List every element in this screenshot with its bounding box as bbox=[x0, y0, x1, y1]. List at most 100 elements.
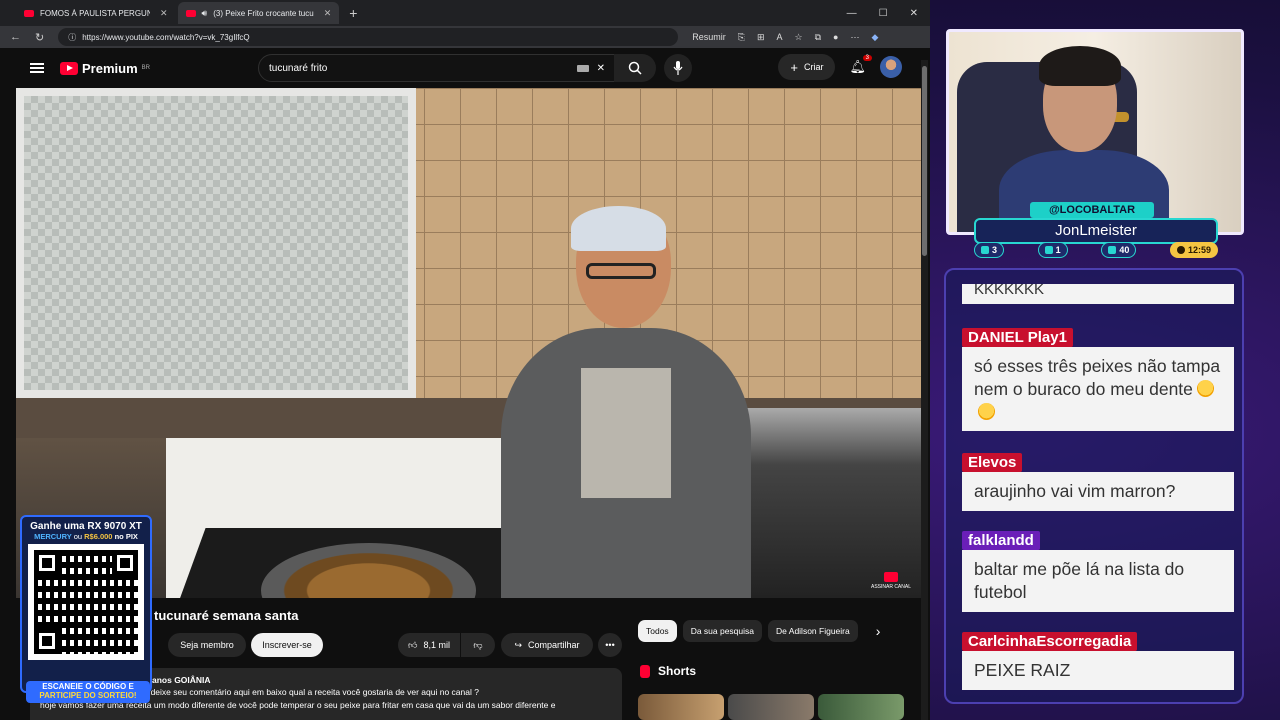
tab-paulista[interactable]: FOMOS À PAULISTA PERGUNTAR ✕ bbox=[16, 2, 176, 24]
short-thumbnail[interactable] bbox=[728, 694, 814, 720]
chip-from-channel[interactable]: De Adilson Figueira bbox=[768, 620, 858, 642]
emoji-icon bbox=[978, 402, 995, 420]
like-button[interactable]: 👍︎ 8,1 mil bbox=[398, 633, 460, 657]
emoji-icon bbox=[1196, 379, 1214, 397]
youtube-icon bbox=[24, 9, 34, 17]
chat-message: KKKKKKK bbox=[962, 284, 1234, 304]
youtube-play-icon bbox=[60, 61, 78, 75]
reload-icon[interactable]: ↻ bbox=[35, 31, 44, 44]
subscribe-watermark[interactable]: ASSINAR CANAL bbox=[871, 572, 911, 590]
share-label: Compartilhar bbox=[528, 640, 580, 650]
chip-from-search[interactable]: Da sua pesquisa bbox=[682, 620, 763, 642]
extensions-icon[interactable]: ⧉ bbox=[815, 32, 821, 43]
chat-username: Elevos bbox=[962, 453, 1023, 472]
youtube-header: Premium BR tucunaré frito ✕ + Criar 🔔︎ 3 bbox=[0, 48, 930, 88]
reader-icon[interactable]: ⎘ bbox=[738, 32, 745, 43]
streamer-name: JonLmeister bbox=[974, 218, 1218, 244]
summarize-button[interactable]: Resumir bbox=[692, 32, 726, 42]
tab-bar: FOMOS À PAULISTA PERGUNTAR ✕ 🔊︎ (3) Peix… bbox=[0, 0, 930, 26]
streamer-name-tag: @LOCOBALTAR JonLmeister 3 1 40 12:59 bbox=[974, 202, 1218, 264]
chat-text: araujinho vai vim marron? bbox=[962, 472, 1234, 511]
profile-icon[interactable]: ● bbox=[833, 32, 838, 42]
copilot-icon[interactable]: ◆ bbox=[871, 32, 878, 43]
plus-icon: + bbox=[790, 59, 798, 75]
chat-icon bbox=[981, 246, 989, 254]
back-icon[interactable]: ← bbox=[10, 31, 21, 43]
dislike-button[interactable]: 👎︎ bbox=[461, 633, 495, 657]
more-actions-button[interactable]: ••• bbox=[598, 633, 622, 657]
speaker-icon[interactable]: 🔊︎ bbox=[202, 8, 208, 19]
tab-title: (3) Peixe Frito crocante tucu bbox=[213, 8, 314, 18]
new-tab-button[interactable]: + bbox=[341, 5, 365, 21]
search-input[interactable]: tucunaré frito ✕ bbox=[258, 54, 616, 82]
share-icon: ↪ bbox=[514, 639, 522, 650]
more-icon[interactable]: ⋯ bbox=[850, 32, 859, 43]
voice-search-button[interactable] bbox=[664, 54, 692, 82]
favorite-icon[interactable]: ☆ bbox=[795, 32, 803, 43]
giveaway-call-to-action: ESCANEIE O CÓDIGO E PARTICIPE DO SORTEIO… bbox=[26, 681, 150, 703]
chip-all[interactable]: Todos bbox=[638, 620, 677, 642]
chat-message: CarlcinhaEscorregadia PEIXE RAIZ bbox=[962, 632, 1234, 690]
minimize-button[interactable]: — bbox=[847, 8, 857, 19]
hamburger-menu-icon[interactable] bbox=[30, 63, 44, 73]
search-button[interactable] bbox=[614, 54, 656, 82]
streamer-handle: @LOCOBALTAR bbox=[1030, 202, 1154, 218]
window-controls: — ☐ ✕ bbox=[847, 8, 930, 19]
youtube-premium-logo[interactable]: Premium BR bbox=[60, 61, 150, 76]
stat-video: 1 bbox=[1037, 242, 1068, 258]
stat-viewers: 40 bbox=[1101, 242, 1137, 258]
page-scrollbar[interactable] bbox=[921, 60, 928, 720]
scrollbar-thumb[interactable] bbox=[922, 66, 927, 256]
keyboard-icon[interactable] bbox=[576, 64, 589, 72]
video-window bbox=[16, 88, 416, 398]
search-tools: ✕ bbox=[576, 63, 605, 74]
clock-icon bbox=[1176, 246, 1185, 254]
notifications-button[interactable]: 🔔︎ 3 bbox=[849, 55, 872, 75]
giveaway-or: ou bbox=[73, 532, 83, 541]
youtube-icon bbox=[185, 9, 196, 17]
chat-username: CarlcinhaEscorregadia bbox=[962, 632, 1138, 651]
share-button[interactable]: ↪ Compartilhar bbox=[501, 633, 593, 657]
browser-window: FOMOS À PAULISTA PERGUNTAR ✕ 🔊︎ (3) Peix… bbox=[0, 0, 930, 720]
bell-icon: 🔔︎ bbox=[849, 59, 866, 74]
chat-message: falklandd baltar me põe lá na lista do f… bbox=[962, 531, 1234, 612]
chat-username: falklandd bbox=[962, 531, 1040, 550]
maximize-button[interactable]: ☐ bbox=[879, 8, 888, 19]
tab-title: FOMOS À PAULISTA PERGUNTAR bbox=[40, 8, 150, 18]
toolbar-actions: Resumir ⎘ ⊞ A ☆ ⧉ ● ⋯ ◆ bbox=[692, 32, 878, 43]
giveaway-value: R$6.000 bbox=[84, 532, 113, 541]
like-count: 8,1 mil bbox=[423, 640, 450, 650]
address-bar-row: ← ↻ ⓘ https://www.youtube.com/watch?v=vk… bbox=[0, 26, 930, 48]
url-field[interactable]: ⓘ https://www.youtube.com/watch?v=vk_73g… bbox=[58, 28, 679, 46]
apps-icon[interactable]: ⊞ bbox=[757, 32, 765, 43]
create-label: Criar bbox=[803, 62, 824, 72]
close-window-button[interactable]: ✕ bbox=[910, 8, 918, 19]
stat-value: 40 bbox=[1119, 245, 1130, 255]
short-thumbnail[interactable] bbox=[638, 694, 724, 720]
video-title: tucunaré semana santa bbox=[154, 608, 299, 623]
create-button[interactable]: + Criar bbox=[778, 54, 836, 80]
close-tab-icon[interactable]: ✕ bbox=[160, 8, 168, 19]
short-thumbnail[interactable] bbox=[818, 694, 904, 720]
subscribe-button[interactable]: Inscrever-se bbox=[251, 633, 323, 657]
microphone-icon bbox=[673, 61, 683, 75]
join-button[interactable]: Seja membro bbox=[168, 633, 246, 657]
tab-peixe-frito[interactable]: 🔊︎ (3) Peixe Frito crocante tucu ✕ bbox=[177, 2, 340, 24]
chat-message: Elevos araujinho vai vim marron? bbox=[962, 453, 1234, 511]
search-icon bbox=[628, 61, 642, 75]
account-avatar[interactable] bbox=[880, 56, 902, 78]
giveaway-brand: MERCURY bbox=[34, 532, 72, 541]
search-value: tucunaré frito bbox=[269, 62, 328, 74]
stat-value: 1 bbox=[1055, 245, 1061, 255]
video-icon bbox=[1044, 246, 1053, 254]
shorts-shelf-title: Shorts bbox=[640, 664, 696, 678]
clear-search-icon[interactable]: ✕ bbox=[597, 63, 605, 74]
read-aloud-icon[interactable]: A bbox=[776, 32, 782, 42]
close-tab-icon[interactable]: ✕ bbox=[324, 8, 332, 19]
chevron-right-icon[interactable]: › bbox=[876, 623, 881, 639]
related-filter-chips: Todos Da sua pesquisa De Adilson Figueir… bbox=[638, 620, 880, 642]
site-info-icon[interactable]: ⓘ bbox=[68, 32, 76, 43]
shorts-icon bbox=[640, 664, 650, 678]
qr-code[interactable] bbox=[28, 544, 144, 660]
chat-text: baltar me põe lá na lista do futebol bbox=[962, 550, 1234, 612]
